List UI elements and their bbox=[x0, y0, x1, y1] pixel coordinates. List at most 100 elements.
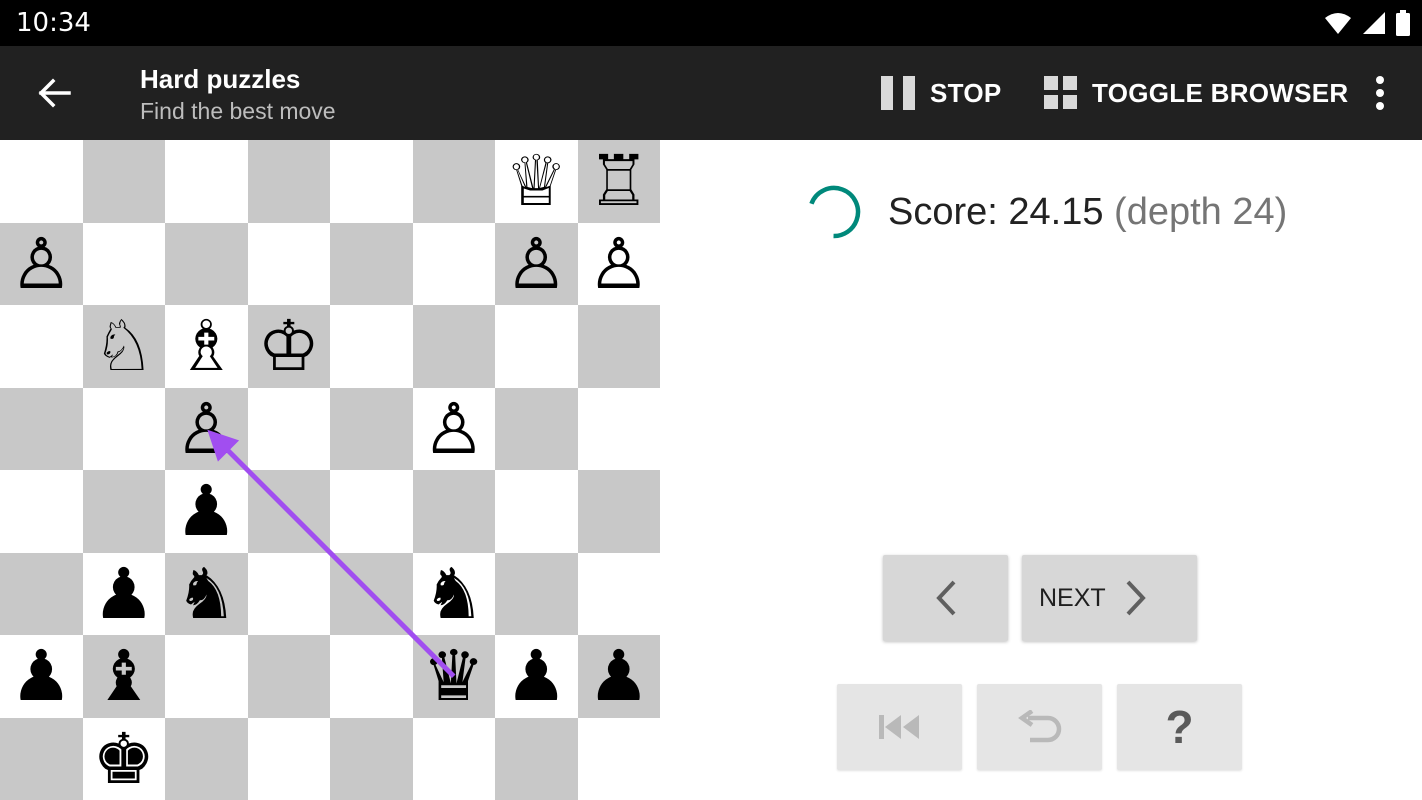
overflow-menu-button[interactable] bbox=[1360, 72, 1400, 114]
board-square[interactable] bbox=[82, 140, 165, 223]
board-square[interactable] bbox=[247, 470, 330, 553]
board-square[interactable] bbox=[330, 635, 413, 718]
board-square[interactable] bbox=[330, 552, 413, 635]
board-square[interactable] bbox=[412, 717, 495, 800]
board-square[interactable]: ♙ bbox=[0, 222, 83, 305]
chess-piece[interactable]: ♗ bbox=[175, 311, 238, 381]
board-square[interactable] bbox=[82, 387, 165, 470]
chess-piece[interactable]: ♙ bbox=[422, 394, 485, 464]
chess-piece[interactable]: ♘ bbox=[92, 311, 155, 381]
toggle-browser-label: TOGGLE BROWSER bbox=[1092, 77, 1349, 108]
board-square[interactable] bbox=[330, 470, 413, 553]
board-square[interactable]: ♙ bbox=[165, 387, 248, 470]
board-square[interactable]: ♚ bbox=[82, 717, 165, 800]
board-square[interactable] bbox=[495, 552, 578, 635]
board-square[interactable] bbox=[495, 387, 578, 470]
board-square[interactable]: ♖ bbox=[577, 140, 660, 223]
board-square[interactable] bbox=[412, 140, 495, 223]
board-square[interactable] bbox=[247, 387, 330, 470]
board-square[interactable]: ♛ bbox=[412, 635, 495, 718]
board-square[interactable] bbox=[0, 717, 83, 800]
board-square[interactable] bbox=[82, 222, 165, 305]
next-button[interactable]: NEXT bbox=[1022, 555, 1197, 641]
board-square[interactable] bbox=[0, 552, 83, 635]
board-square[interactable] bbox=[577, 470, 660, 553]
board-square[interactable] bbox=[247, 635, 330, 718]
board-square[interactable] bbox=[0, 387, 83, 470]
board-square[interactable]: ♟ bbox=[495, 635, 578, 718]
chess-piece[interactable]: ♟ bbox=[175, 476, 238, 546]
toggle-browser-button[interactable]: TOGGLE BROWSER bbox=[1044, 72, 1349, 114]
board-square[interactable] bbox=[330, 305, 413, 388]
board-square[interactable] bbox=[165, 222, 248, 305]
board-square[interactable] bbox=[247, 222, 330, 305]
board-square[interactable]: ♟ bbox=[82, 552, 165, 635]
board-square[interactable]: ♝ bbox=[82, 635, 165, 718]
board-square[interactable]: ♟ bbox=[165, 470, 248, 553]
board-square[interactable]: ♔ bbox=[247, 305, 330, 388]
board-square[interactable]: ♟ bbox=[577, 635, 660, 718]
stop-button[interactable]: STOP bbox=[880, 72, 1002, 114]
board-square[interactable]: ♗ bbox=[165, 305, 248, 388]
board-square[interactable] bbox=[495, 717, 578, 800]
chess-piece[interactable]: ♖ bbox=[587, 146, 650, 216]
chess-piece[interactable]: ♙ bbox=[175, 394, 238, 464]
board-square[interactable] bbox=[495, 470, 578, 553]
chess-piece[interactable]: ♞ bbox=[175, 559, 238, 629]
board-square[interactable]: ♙ bbox=[577, 222, 660, 305]
chess-piece[interactable]: ♛ bbox=[422, 641, 485, 711]
board-square[interactable] bbox=[165, 140, 248, 223]
chess-piece[interactable]: ♔ bbox=[257, 311, 320, 381]
board-square[interactable] bbox=[0, 140, 83, 223]
chess-piece[interactable]: ♙ bbox=[10, 229, 73, 299]
board-square[interactable] bbox=[495, 305, 578, 388]
chess-piece[interactable]: ♟ bbox=[10, 641, 73, 711]
chess-piece[interactable]: ♙ bbox=[587, 229, 650, 299]
board-square[interactable] bbox=[412, 470, 495, 553]
board-square[interactable]: ♕ bbox=[495, 140, 578, 223]
chess-piece[interactable]: ♟ bbox=[92, 559, 155, 629]
chess-piece[interactable]: ♙ bbox=[505, 229, 568, 299]
go-to-start-button[interactable] bbox=[837, 684, 962, 770]
chess-piece[interactable]: ♝ bbox=[92, 641, 155, 711]
board-square[interactable]: ♞ bbox=[165, 552, 248, 635]
board-square[interactable]: ♘ bbox=[82, 305, 165, 388]
board-square[interactable] bbox=[577, 305, 660, 388]
board-square[interactable]: ♞ bbox=[412, 552, 495, 635]
chess-piece[interactable]: ♟ bbox=[505, 641, 568, 711]
chess-piece[interactable]: ♚ bbox=[92, 724, 155, 794]
board-square[interactable] bbox=[247, 552, 330, 635]
skip-previous-icon bbox=[878, 715, 919, 739]
chess-piece[interactable]: ♕ bbox=[505, 146, 568, 216]
board-square[interactable] bbox=[247, 717, 330, 800]
previous-button[interactable] bbox=[883, 555, 1008, 641]
app-bar: Hard puzzles Find the best move STOP TOG… bbox=[0, 46, 1422, 140]
back-button[interactable] bbox=[24, 66, 84, 120]
board-square[interactable] bbox=[330, 222, 413, 305]
board-square[interactable] bbox=[247, 140, 330, 223]
board-square[interactable] bbox=[330, 140, 413, 223]
depth-value: (depth 24) bbox=[1114, 190, 1288, 233]
board-square[interactable] bbox=[82, 470, 165, 553]
chess-board[interactable]: ♕ ♖ ♙ ♙ ♙ ♘ ♗ ♔ ♙ ♙ ♟ ♟ ♞ ♞ ♟ ♝ ♛ ♟ ♟ ♚ bbox=[0, 140, 660, 800]
board-square[interactable]: ♙ bbox=[412, 387, 495, 470]
board-square[interactable] bbox=[0, 470, 83, 553]
board-square[interactable] bbox=[577, 717, 660, 800]
undo-button[interactable] bbox=[977, 684, 1102, 770]
board-square[interactable] bbox=[412, 305, 495, 388]
board-square[interactable] bbox=[165, 635, 248, 718]
board-square[interactable] bbox=[330, 717, 413, 800]
hint-button[interactable]: ? bbox=[1117, 684, 1242, 770]
board-square[interactable] bbox=[577, 552, 660, 635]
board-square[interactable] bbox=[0, 305, 83, 388]
board-square[interactable] bbox=[412, 222, 495, 305]
board-square[interactable]: ♙ bbox=[495, 222, 578, 305]
board-square[interactable] bbox=[165, 717, 248, 800]
board-square[interactable]: ♟ bbox=[0, 635, 83, 718]
arrow-back-icon bbox=[38, 78, 71, 108]
chess-piece[interactable]: ♟ bbox=[587, 641, 650, 711]
board-square[interactable] bbox=[330, 387, 413, 470]
chess-piece[interactable]: ♞ bbox=[422, 559, 485, 629]
board-square[interactable] bbox=[577, 387, 660, 470]
pause-icon bbox=[881, 76, 915, 110]
